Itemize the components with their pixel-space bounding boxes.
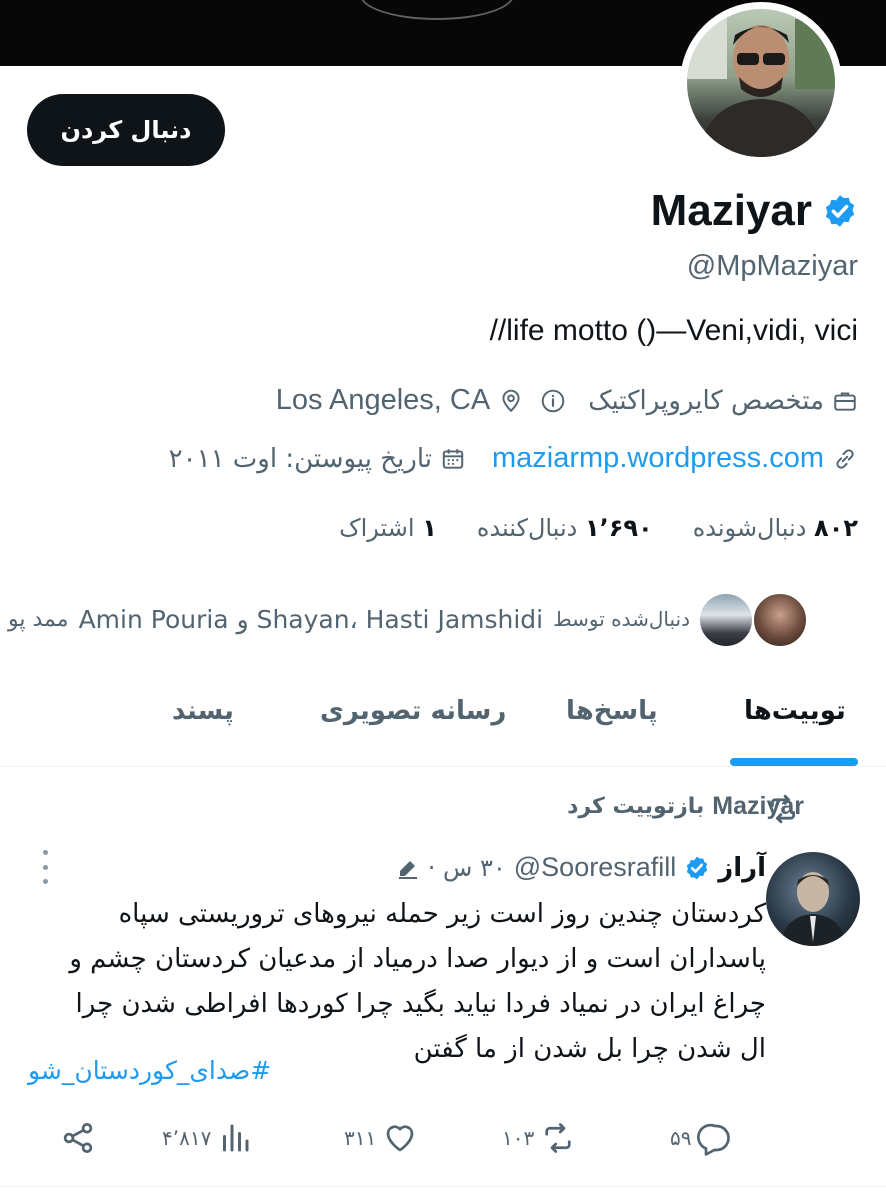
views-button[interactable]: ۴٬۸۱۷ — [162, 1120, 253, 1156]
follower-avatar-1[interactable] — [752, 592, 808, 648]
profile-meta-row-1: متخصص کایروپراکتیک Los Angeles, CA — [276, 384, 858, 417]
profession-item: متخصص کایروپراکتیک — [540, 386, 858, 416]
tweet-line: چراغ ایران در نمیاد فردا نیاید بگید چرا … — [75, 989, 766, 1019]
retweeted-label: بازتوییت کرد — [567, 794, 705, 819]
follower-avatar-2[interactable] — [698, 592, 754, 648]
profile-avatar-frame[interactable] — [680, 2, 842, 164]
reply-button[interactable]: ۵۹ — [670, 1120, 733, 1156]
tweet-line: کردستان چندین روز است زیر حمله نیروهای ت… — [118, 899, 766, 929]
share-icon — [63, 1123, 93, 1153]
profile-name-row: Maziyar — [651, 186, 858, 236]
tweet-time[interactable]: ۳۰ س · — [428, 854, 506, 882]
author-verified-icon — [687, 856, 708, 879]
retweet-icon — [545, 1123, 571, 1153]
profile-tabs: توییت‌ها پاسخ‌ها رسانه تصویری پسند — [0, 666, 886, 767]
profile-handle: @MpMaziyar — [686, 250, 858, 282]
subscriptions-stat[interactable]: ۱ اشتراک — [339, 514, 437, 542]
follow-button[interactable]: دنبال کردن — [27, 94, 225, 166]
followed-by-suffix: ممد پو — [8, 606, 69, 632]
subscriptions-count: ۱ — [422, 514, 437, 542]
share-button[interactable] — [60, 1120, 96, 1156]
tweet-author-avatar[interactable] — [766, 852, 860, 946]
retweet-button[interactable]: ۱۰۳ — [502, 1120, 576, 1156]
tweet-line: پاسداران است و از دیوار صدا درمیاد از مد… — [69, 944, 766, 974]
joined-item: تاریخ پیوستن: اوت ۲۰۱۱ — [169, 444, 466, 474]
retweeter-name[interactable]: Maziyar — [712, 792, 804, 821]
tweet-author-name[interactable]: آراز — [718, 853, 766, 883]
active-tab-indicator — [730, 758, 858, 766]
heart-icon — [386, 1125, 414, 1152]
tweet-action-bar: ۴٬۸۱۷ ۳۱۱ ۱۰۳ ۵۹ — [0, 1120, 886, 1164]
followed-by-row[interactable]: دنبال‌شده توسط Shayan، Hasti Jamshidi و … — [8, 592, 690, 646]
following-count: ۸۰۲ — [814, 514, 858, 542]
tweet-hashtag[interactable]: #صدای_کوردستان_شو — [28, 1056, 271, 1085]
tab-likes[interactable]: پسند — [172, 696, 234, 726]
profile-bio: //life motto ()—Veni,vidi, vici — [489, 314, 858, 347]
tab-replies[interactable]: پاسخ‌ها — [566, 696, 658, 726]
following-label: دنبال‌شونده — [692, 514, 807, 542]
tab-tweets[interactable]: توییت‌ها — [744, 696, 846, 726]
joined-text: تاریخ پیوستن: اوت ۲۰۱۱ — [168, 443, 433, 474]
views-chart-icon — [223, 1124, 249, 1152]
location-text: Los Angeles, CA — [275, 384, 491, 416]
tweet-header: آراز @Sooresrafill ۳۰ س · — [396, 852, 766, 883]
website-item[interactable]: maziarmp.wordpress.com — [492, 442, 858, 475]
location-item: Los Angeles, CA — [276, 384, 524, 417]
retweets-count: ۱۰۳ — [502, 1126, 535, 1150]
verified-badge-icon[interactable] — [822, 193, 858, 229]
info-icon[interactable] — [540, 388, 566, 414]
profile-stats: ۸۰۲ دنبال‌شونده ۱٬۶۹۰ دنبال‌کننده ۱ اشتر… — [339, 514, 858, 542]
profession-text: متخصص کایروپراکتیک — [588, 385, 824, 416]
views-count: ۴٬۸۱۷ — [162, 1126, 212, 1150]
banner-artwork — [360, 0, 514, 20]
followers-stat[interactable]: ۱٬۶۹۰ دنبال‌کننده — [477, 514, 653, 542]
tweet-author-handle[interactable]: @Sooresrafill — [514, 852, 676, 883]
subscriptions-label: اشتراک — [339, 514, 415, 542]
followed-by-names: Shayan، Hasti Jamshidi و Amin Pouria — [78, 604, 544, 634]
likes-count: ۳۱۱ — [344, 1126, 377, 1150]
link-icon — [836, 448, 854, 469]
reply-bubble-icon — [697, 1123, 731, 1156]
tweet-more-options-icon[interactable] — [38, 850, 52, 884]
following-stat[interactable]: ۸۰۲ دنبال‌شونده — [693, 514, 858, 542]
author-avatar-image — [780, 872, 846, 946]
tweet-body: کردستان چندین روز است زیر حمله نیروهای ت… — [26, 892, 766, 1072]
edited-pencil-icon[interactable] — [396, 856, 420, 880]
calendar-icon — [442, 448, 464, 469]
tweet-divider — [0, 1186, 886, 1187]
retweet-context: Maziyar بازتوییت کرد — [567, 792, 804, 821]
replies-count: ۵۹ — [670, 1126, 692, 1150]
display-name: Maziyar — [650, 186, 812, 235]
followed-by-prefix: دنبال‌شده توسط — [553, 607, 690, 631]
briefcase-icon — [834, 391, 856, 411]
like-button[interactable]: ۳۱۱ — [344, 1120, 418, 1156]
followers-label: دنبال‌کننده — [476, 514, 578, 542]
profile-meta-row-2: maziarmp.wordpress.com تاریخ پیوستن: اوت… — [169, 442, 858, 475]
avatar-photo — [687, 9, 835, 157]
tab-media[interactable]: رسانه تصویری — [320, 696, 506, 726]
website-link[interactable]: maziarmp.wordpress.com — [492, 442, 824, 475]
profile-avatar[interactable] — [687, 9, 835, 157]
followers-count: ۱٬۶۹۰ — [584, 514, 653, 542]
location-pin-icon — [502, 389, 520, 412]
